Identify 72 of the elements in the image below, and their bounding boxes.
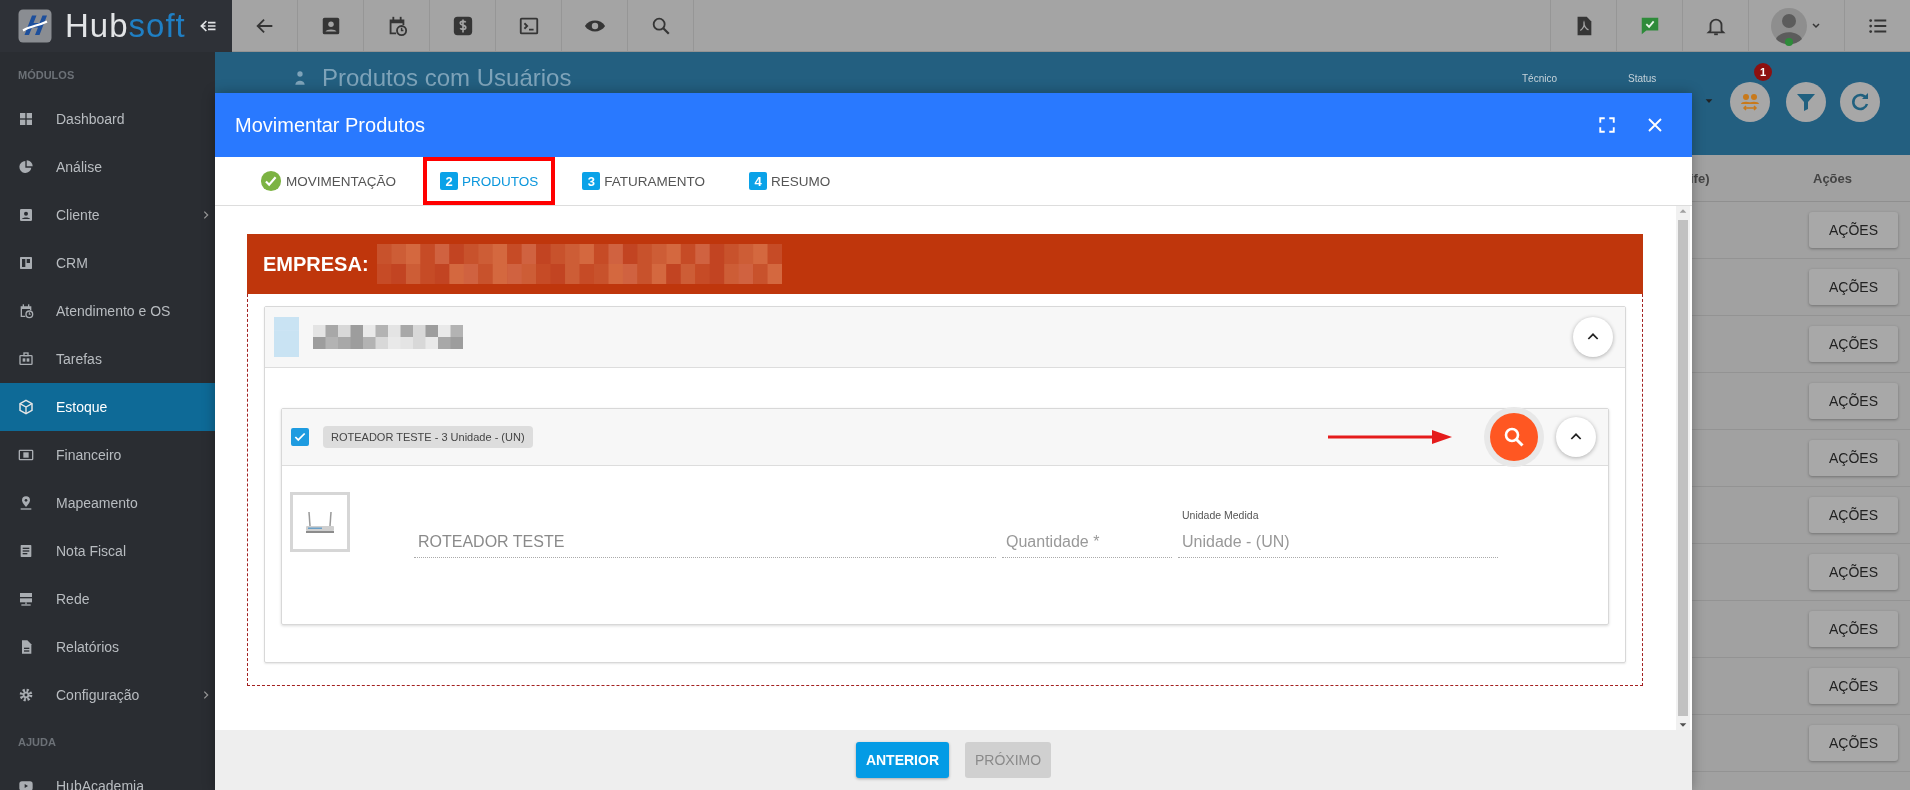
avatar-icon[interactable] — [1770, 5, 1823, 46]
notification-badge: 1 — [1754, 63, 1772, 81]
dialog-title: Movimentar Produtos — [235, 113, 427, 137]
close-icon[interactable] — [1646, 116, 1664, 134]
filter-label: Técnico — [1522, 73, 1557, 84]
actions-button[interactable]: AÇÕES — [1809, 554, 1898, 590]
section-heading: MÓDULOS — [17, 68, 76, 83]
unit-field[interactable]: Unidade Medida Unidade - (UN) — [1178, 492, 1498, 558]
sidebar-item[interactable]: Financeiro — [0, 431, 215, 479]
step-badge: 3 — [582, 172, 601, 190]
column-header: Ações — [1813, 170, 1853, 186]
round-button[interactable] — [1730, 82, 1770, 122]
step-tab[interactable]: MOVIMENTAÇÃO — [243, 157, 413, 205]
server-icon — [18, 591, 34, 607]
actions-button[interactable]: AÇÕES — [1809, 212, 1898, 248]
sidebar-item[interactable]: Atendimento e OS — [0, 287, 215, 335]
banknote-icon — [18, 447, 34, 463]
contact-card-icon — [18, 207, 34, 223]
actions-button[interactable]: AÇÕES — [1809, 725, 1898, 761]
dollar-icon[interactable] — [451, 14, 474, 37]
actions-button[interactable]: AÇÕES — [1809, 326, 1898, 362]
search-button[interactable] — [1490, 413, 1538, 461]
sidebar-item[interactable]: Dashboard — [0, 95, 215, 143]
pixelated-redaction-drawing — [274, 317, 299, 357]
actions-button[interactable]: AÇÕES — [1809, 383, 1898, 419]
sidebar-item[interactable]: Relatórios — [0, 623, 215, 671]
sidebar-item[interactable]: Tarefas — [0, 335, 215, 383]
checkbox[interactable] — [291, 428, 309, 446]
document-icon — [18, 543, 34, 559]
filter-label: Status — [1628, 73, 1657, 84]
product-name-field[interactable]: ROTEADOR TESTE — [414, 512, 996, 558]
actions-button[interactable]: AÇÕES — [1809, 440, 1898, 476]
map-pin-icon — [18, 495, 34, 511]
pie-chart-icon — [18, 159, 34, 175]
step-tab[interactable]: 3 FATURAMENTO — [565, 157, 723, 205]
person-icon — [292, 70, 308, 86]
check-icon — [293, 430, 307, 444]
actions-button[interactable]: AÇÕES — [1809, 269, 1898, 305]
page-title: Produtos com Usuários — [322, 64, 572, 92]
actions-button[interactable]: AÇÕES — [1809, 497, 1898, 533]
sidebar-item[interactable]: CRM — [0, 239, 215, 287]
settings-icon — [18, 687, 34, 703]
sidebar-item[interactable]: Cliente — [0, 191, 215, 239]
grid-icon — [18, 111, 34, 127]
step-tab[interactable]: 4 RESUMO — [732, 157, 848, 205]
search-icon — [1502, 425, 1526, 449]
calendar-clock-icon — [18, 303, 34, 319]
actions-button[interactable]: AÇÕES — [1809, 668, 1898, 704]
sidebar-item[interactable]: Estoque — [0, 383, 215, 431]
cube-icon — [18, 399, 34, 415]
sidebar-item[interactable]: Rede — [0, 575, 215, 623]
sidebar-item[interactable]: Análise — [0, 143, 215, 191]
step-badge: 4 — [749, 172, 768, 190]
round-button[interactable] — [1840, 82, 1880, 122]
field-label: Unidade Medida — [1182, 509, 1260, 521]
sidebar-item[interactable]: Mapeamento — [0, 479, 215, 527]
logo-icon — [17, 8, 53, 44]
sidebar-item[interactable]: Configuração — [0, 671, 215, 719]
scrollbar[interactable] — [1676, 206, 1690, 730]
company-label: EMPRESA: — [263, 252, 369, 276]
fullscreen-icon[interactable] — [1598, 116, 1616, 134]
section-heading: AJUDA — [17, 735, 57, 750]
briefcase-icon — [18, 351, 34, 367]
caret-down-icon — [1704, 96, 1714, 106]
step-badge: 2 — [440, 172, 458, 190]
actions-button[interactable]: AÇÕES — [1809, 611, 1898, 647]
round-button[interactable] — [1786, 82, 1826, 122]
board-icon — [18, 255, 34, 271]
brand-name: Hubsoft — [65, 7, 186, 45]
sidebar-item[interactable]: Nota Fiscal — [0, 527, 215, 575]
product-chip: ROTEADOR TESTE - 3 Unidade - (UN) — [323, 426, 533, 448]
field-value: Unidade - (UN) — [1182, 533, 1291, 551]
